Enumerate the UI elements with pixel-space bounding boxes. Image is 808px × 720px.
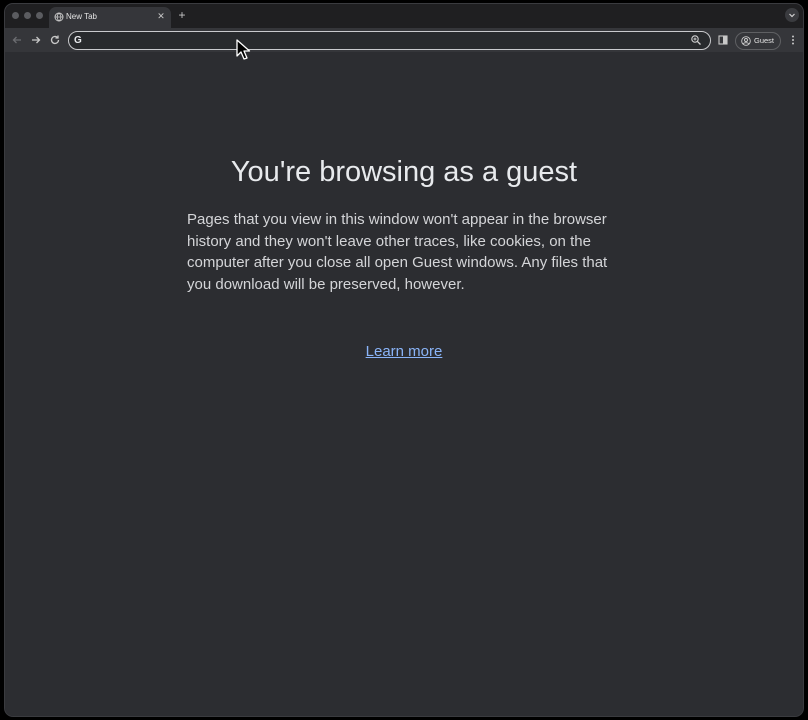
forward-icon[interactable] xyxy=(29,33,43,47)
google-logo: G xyxy=(74,35,82,46)
learn-more-link[interactable]: Learn more xyxy=(366,343,443,360)
tab-strip: New Tab ✕ + xyxy=(5,4,803,28)
side-panel-icon[interactable] xyxy=(716,33,730,47)
globe-icon xyxy=(54,12,64,22)
profile-label: Guest xyxy=(754,36,775,45)
close-icon[interactable]: ✕ xyxy=(155,10,167,22)
profile-button[interactable]: Guest xyxy=(735,32,781,50)
address-bar[interactable]: G xyxy=(68,31,711,50)
maximize-window-button[interactable] xyxy=(36,12,43,19)
mouse-cursor-icon xyxy=(236,39,251,60)
menu-icon[interactable] xyxy=(786,33,800,47)
close-window-button[interactable] xyxy=(12,12,19,19)
new-tab-button[interactable]: + xyxy=(175,8,189,22)
tab-title: New Tab xyxy=(66,12,97,21)
reload-icon[interactable] xyxy=(48,33,62,47)
avatar-icon xyxy=(741,36,751,46)
browser-window: New Tab ✕ + G Guest You're browsing as a… xyxy=(5,4,803,716)
minimize-window-button[interactable] xyxy=(24,12,31,19)
page-title: You're browsing as a guest xyxy=(230,156,578,188)
tab-search-icon xyxy=(789,13,795,18)
guest-description: Pages that you view in this window won't… xyxy=(187,211,608,294)
toolbar: G Guest xyxy=(5,28,803,52)
learn-more-container: Learn more xyxy=(5,342,803,362)
guest-page: You're browsing as a guest Pages that yo… xyxy=(5,52,803,716)
tab-search-button[interactable] xyxy=(785,8,799,22)
zoom-icon[interactable] xyxy=(690,34,702,46)
tab-new-tab[interactable]: New Tab ✕ xyxy=(49,7,171,28)
back-icon[interactable] xyxy=(10,33,24,47)
